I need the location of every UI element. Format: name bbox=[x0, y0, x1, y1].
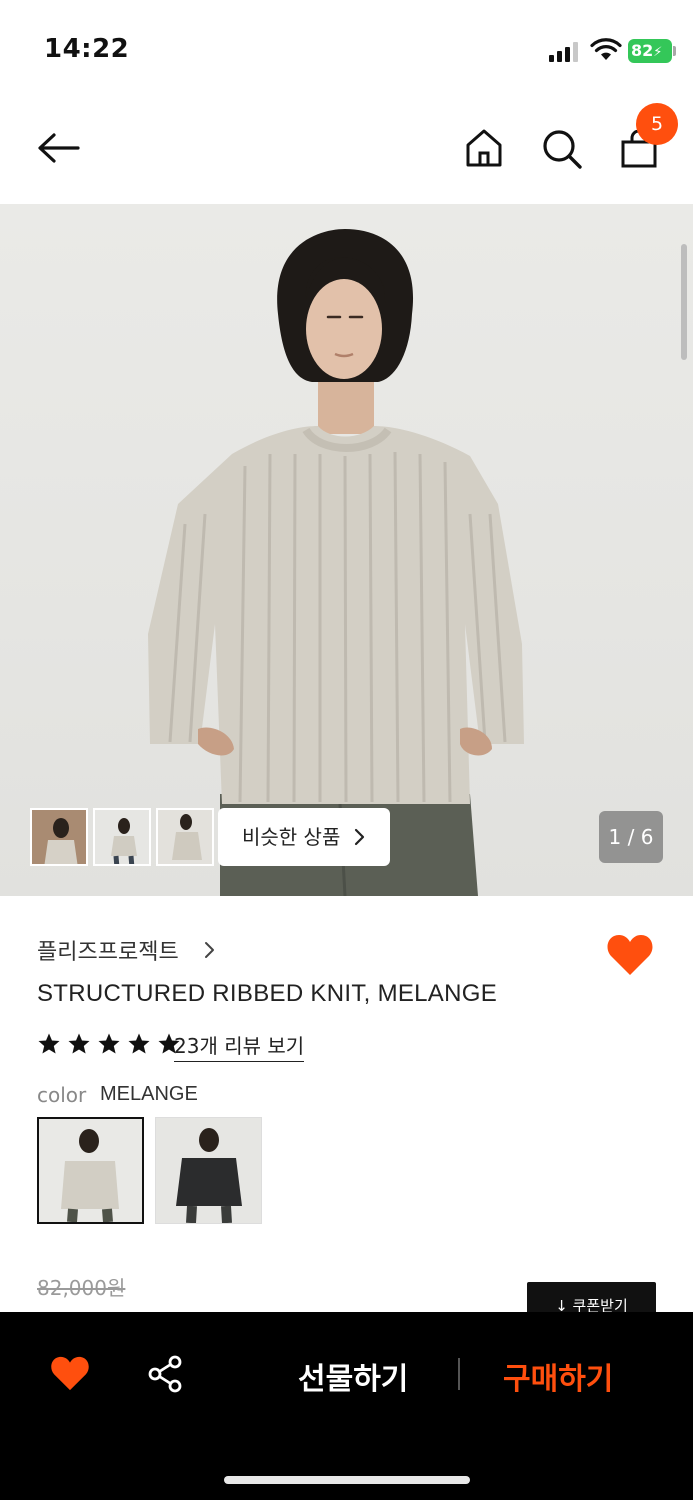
swatch-melange-photo bbox=[39, 1119, 142, 1222]
share-icon[interactable] bbox=[147, 1355, 183, 1393]
star-icon bbox=[68, 1033, 90, 1054]
thumbnail-1-photo bbox=[32, 810, 86, 864]
action-divider bbox=[458, 1358, 460, 1390]
star-icon bbox=[128, 1033, 150, 1054]
thumbnail-1[interactable] bbox=[30, 808, 88, 866]
status-bar: 14:22 82⚡ bbox=[0, 0, 693, 100]
original-price: 82,000원 bbox=[37, 1276, 126, 1300]
thumbnail-3-photo bbox=[158, 810, 212, 864]
home-indicator[interactable] bbox=[224, 1476, 470, 1484]
color-value: MELANGE bbox=[100, 1083, 198, 1105]
similar-products-button[interactable]: 비슷한 상품 bbox=[218, 808, 390, 866]
buy-button[interactable]: 구매하기 bbox=[503, 1354, 613, 1398]
battery-indicator: 82⚡ bbox=[628, 39, 672, 63]
rating-stars bbox=[37, 1032, 182, 1056]
gift-button[interactable]: 선물하기 bbox=[298, 1354, 408, 1398]
star-icon bbox=[98, 1033, 120, 1054]
top-nav bbox=[0, 100, 693, 204]
bottom-action-bar: 선물하기 구매하기 bbox=[0, 1312, 693, 1500]
color-label: color bbox=[37, 1083, 87, 1107]
wishlist-heart-icon[interactable] bbox=[606, 933, 654, 977]
reviews-link[interactable]: 23개 리뷰 보기 bbox=[174, 1030, 305, 1062]
chevron-right-icon bbox=[354, 828, 365, 846]
brand-chevron-icon[interactable] bbox=[204, 940, 216, 960]
battery-tip bbox=[673, 46, 676, 56]
status-time: 14:22 bbox=[44, 34, 130, 64]
gallery-scrollbar[interactable] bbox=[681, 244, 687, 360]
charging-icon: ⚡ bbox=[653, 45, 663, 60]
color-swatch-black[interactable] bbox=[155, 1117, 262, 1224]
color-swatch-melange[interactable] bbox=[37, 1117, 144, 1224]
search-icon[interactable] bbox=[541, 128, 583, 170]
image-page-indicator: 1 / 6 bbox=[599, 811, 663, 863]
thumbnail-2-photo bbox=[95, 810, 149, 864]
heart-icon[interactable] bbox=[50, 1355, 90, 1392]
wifi-icon bbox=[590, 38, 622, 60]
similar-products-label: 비슷한 상품 bbox=[242, 825, 341, 849]
star-icon bbox=[38, 1033, 60, 1054]
product-image-gallery[interactable] bbox=[0, 204, 693, 896]
back-arrow-icon[interactable] bbox=[36, 130, 82, 166]
thumbnail-2[interactable] bbox=[93, 808, 151, 866]
product-title: STRUCTURED RIBBED KNIT, MELANGE bbox=[37, 980, 498, 1007]
home-icon[interactable] bbox=[465, 128, 503, 168]
swatch-black-photo bbox=[156, 1118, 261, 1223]
product-photo bbox=[148, 229, 524, 896]
signal-icon bbox=[549, 42, 578, 62]
cart-count-badge: 5 bbox=[636, 103, 678, 145]
thumbnail-3[interactable] bbox=[156, 808, 214, 866]
battery-level: 82 bbox=[631, 41, 654, 60]
brand-name[interactable]: 플리즈프로젝트 bbox=[37, 934, 179, 966]
